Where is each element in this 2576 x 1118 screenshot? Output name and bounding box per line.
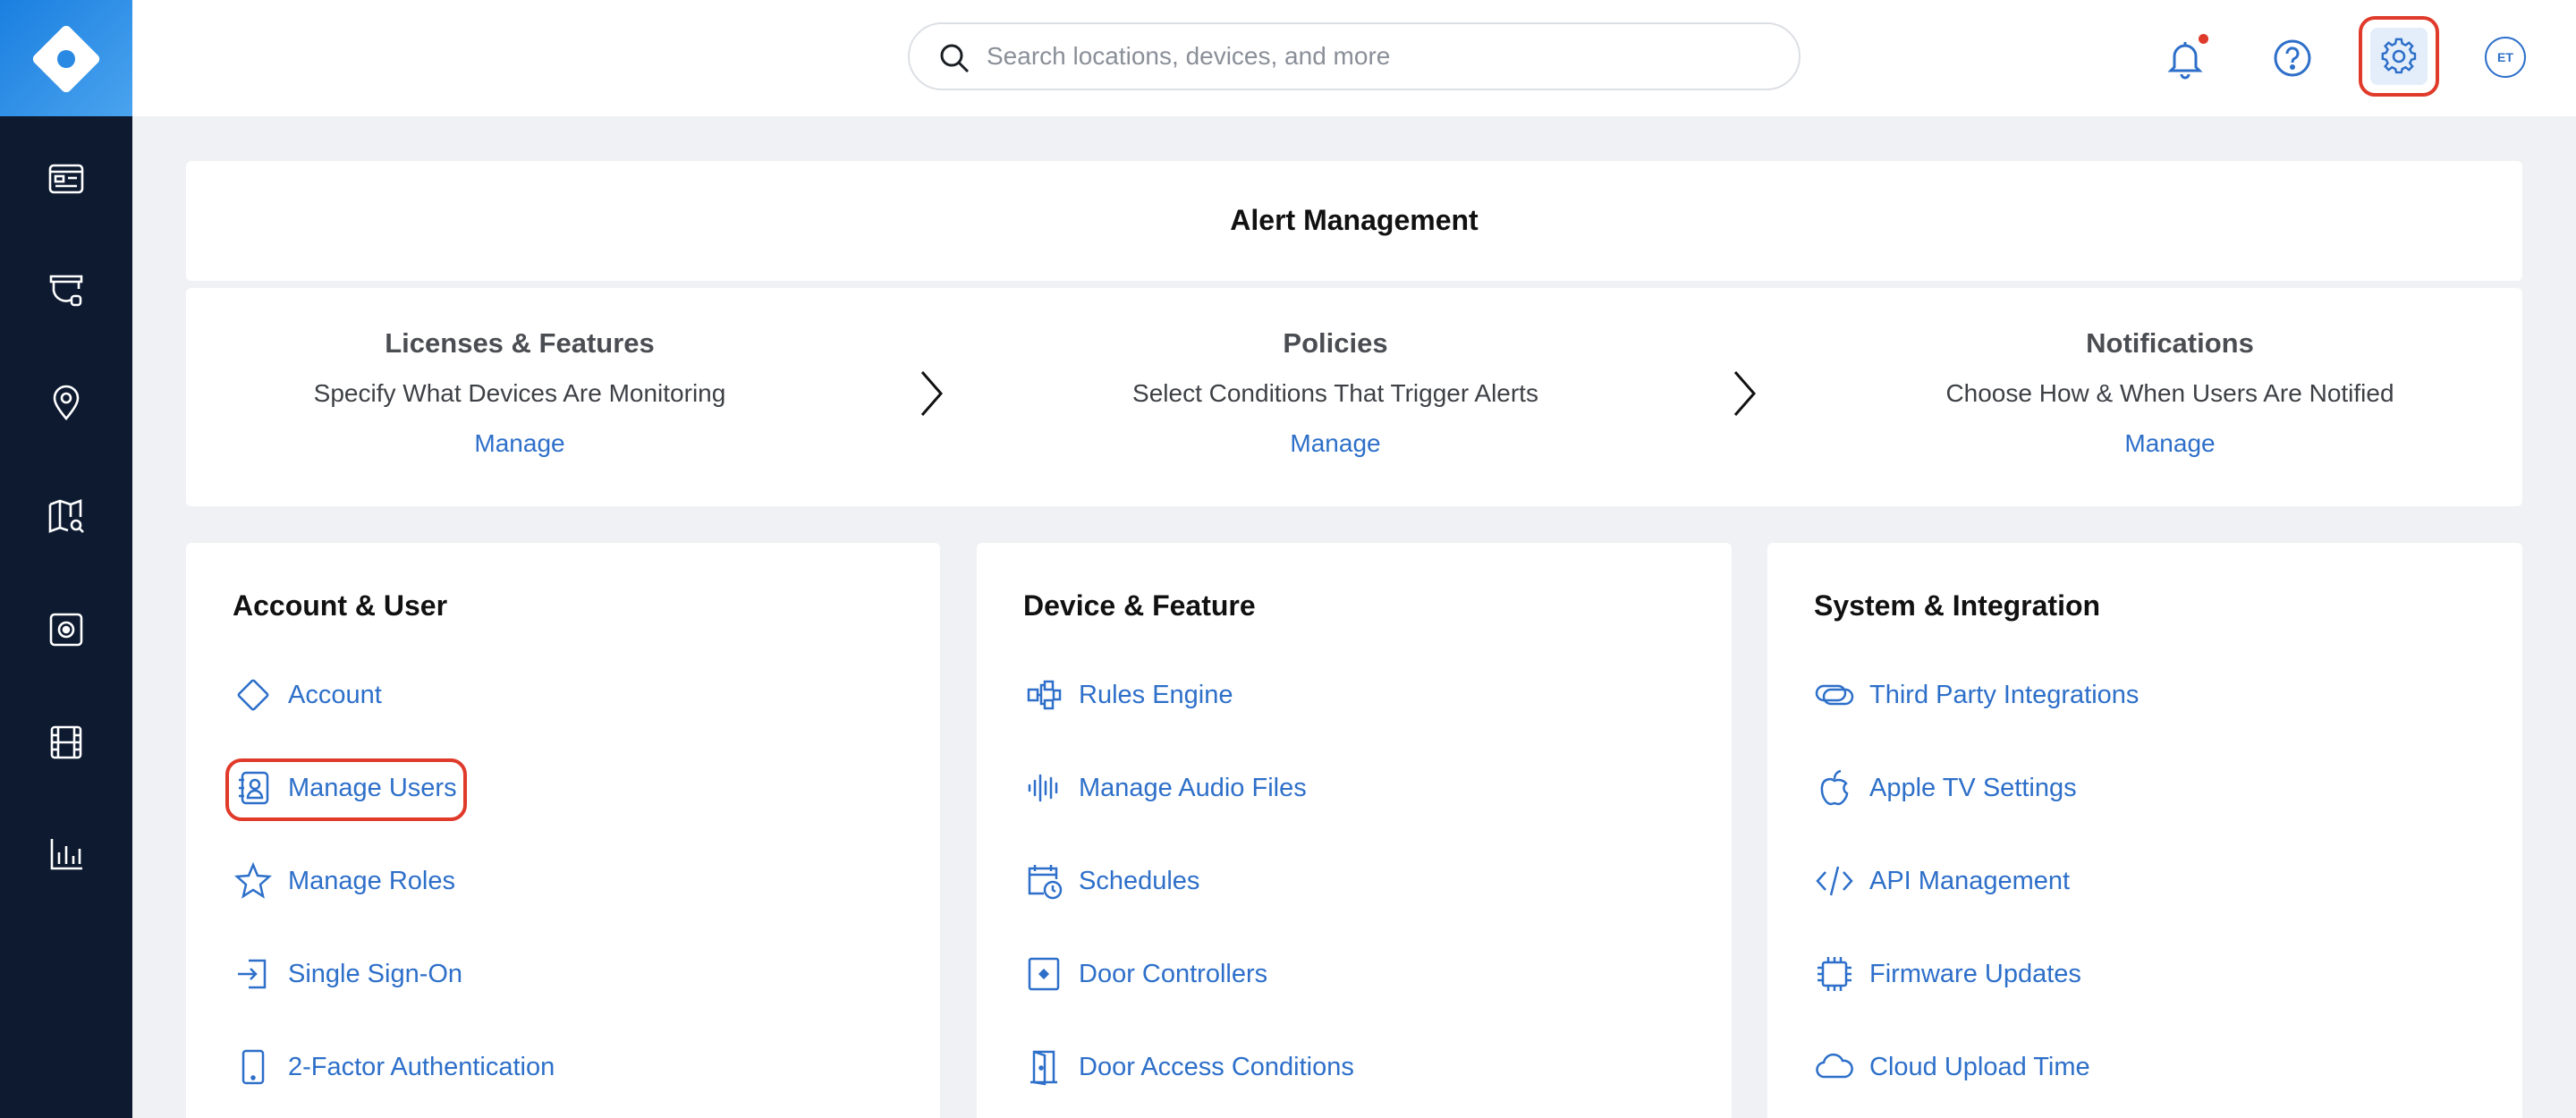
- logo[interactable]: [0, 0, 132, 116]
- step-notifications: Notifications Choose How & When Users Ar…: [1902, 288, 2438, 458]
- account-link[interactable]: Account: [233, 668, 382, 722]
- diamond-icon: [233, 674, 274, 716]
- manage-audio-files-link[interactable]: Manage Audio Files: [1023, 761, 1307, 815]
- search-icon: [940, 44, 970, 73]
- sidebar-item-video[interactable]: [39, 716, 93, 769]
- item-label: Cloud Upload Time: [1869, 1052, 2090, 1081]
- sidebar-item-maps[interactable]: [39, 490, 93, 544]
- sidebar-item-analytics[interactable]: [39, 827, 93, 881]
- gear-icon: [2381, 38, 2417, 74]
- item-label: Manage Roles: [288, 866, 455, 895]
- flow-icon: [1023, 674, 1064, 716]
- manage-notifications-link[interactable]: Manage: [2124, 429, 2215, 458]
- alert-steps-card: Licenses & Features Specify What Devices…: [186, 288, 2522, 506]
- location-pin-icon: [53, 385, 80, 421]
- section-title: Account & User: [233, 589, 448, 622]
- cloud-upload-time-link[interactable]: Cloud Upload Time: [1814, 1040, 2090, 1094]
- star-icon: [233, 860, 274, 902]
- settings-button[interactable]: [2370, 28, 2428, 85]
- chevron-right-icon: [1733, 371, 1756, 416]
- map-search-icon: [48, 499, 84, 533]
- sidebar-item-cameras[interactable]: [39, 264, 93, 318]
- section-system-integration: System & Integration Third Party Integra…: [1767, 543, 2522, 1118]
- door-icon: [1023, 1046, 1064, 1088]
- item-label: Door Controllers: [1079, 959, 1268, 988]
- alert-management-header: Alert Management: [186, 161, 2522, 281]
- camera-icon: [49, 275, 83, 307]
- door-controller-icon: [1023, 953, 1064, 995]
- search-input[interactable]: [987, 35, 1774, 78]
- search-bar[interactable]: [908, 22, 1801, 90]
- help-button[interactable]: [2257, 22, 2328, 94]
- door-access-conditions-link[interactable]: Door Access Conditions: [1023, 1040, 1354, 1094]
- film-icon: [50, 725, 82, 759]
- item-label: Door Access Conditions: [1079, 1052, 1354, 1081]
- item-label: Account: [288, 680, 382, 709]
- step-description: Specify What Devices Are Monitoring: [313, 379, 726, 407]
- chevron-right-icon: [920, 371, 943, 416]
- logo-icon: [32, 25, 100, 93]
- access-control-icon: [49, 613, 83, 647]
- notifications-button[interactable]: [2149, 22, 2221, 94]
- section-title: System & Integration: [1814, 589, 2101, 622]
- help-icon: [2274, 39, 2311, 77]
- item-label: Manage Audio Files: [1079, 773, 1307, 802]
- step-policies: Policies Select Conditions That Trigger …: [1067, 288, 1604, 458]
- single-sign-on-link[interactable]: Single Sign-On: [233, 947, 462, 1001]
- api-management-link[interactable]: API Management: [1814, 854, 2070, 908]
- item-label: Single Sign-On: [288, 959, 463, 988]
- notification-badge: [2199, 34, 2208, 44]
- manage-licenses-link[interactable]: Manage: [474, 429, 564, 458]
- item-label: Schedules: [1079, 866, 1200, 895]
- sidebar: [0, 0, 132, 1118]
- dashboard-icon: [48, 164, 84, 194]
- sidebar-item-locations[interactable]: [39, 376, 93, 429]
- two-factor-authentication-link[interactable]: 2-Factor Authentication: [233, 1040, 555, 1094]
- sign-in-icon: [233, 953, 274, 995]
- item-label: 2-Factor Authentication: [288, 1052, 555, 1081]
- step-description: Select Conditions That Trigger Alerts: [1132, 379, 1538, 407]
- item-label: Rules Engine: [1079, 680, 1233, 709]
- section-title: Device & Feature: [1023, 589, 1256, 622]
- item-label: API Management: [1869, 866, 2071, 895]
- step-title: Notifications: [2086, 327, 2254, 359]
- step-title: Licenses & Features: [385, 327, 655, 359]
- item-label: Third Party Integrations: [1869, 680, 2140, 709]
- audio-wave-icon: [1023, 767, 1064, 809]
- step-title: Policies: [1283, 327, 1388, 359]
- item-label: Firmware Updates: [1869, 959, 2081, 988]
- page-title: Alert Management: [1230, 204, 1479, 236]
- step-description: Choose How & When Users Are Notified: [1945, 379, 2394, 407]
- phone-icon: [233, 1046, 274, 1088]
- sidebar-item-access-control[interactable]: [39, 603, 93, 656]
- section-device-feature: Device & Feature Rules Engine Manage Aud…: [977, 543, 1732, 1118]
- schedules-link[interactable]: Schedules: [1023, 854, 1199, 908]
- settings-highlight: [2359, 16, 2439, 97]
- avatar[interactable]: ET: [2485, 37, 2526, 78]
- rules-engine-link[interactable]: Rules Engine: [1023, 668, 1233, 722]
- bar-chart-icon: [50, 839, 82, 870]
- section-account-user: Account & User Account Manage Users Mana…: [186, 543, 940, 1118]
- item-label: Apple TV Settings: [1869, 773, 2077, 802]
- code-icon: [1814, 860, 1855, 902]
- apple-icon: [1814, 767, 1855, 809]
- chip-icon: [1814, 953, 1855, 995]
- door-controllers-link[interactable]: Door Controllers: [1023, 947, 1267, 1001]
- manage-users-highlight: [225, 758, 467, 821]
- apple-tv-settings-link[interactable]: Apple TV Settings: [1814, 761, 2077, 815]
- sidebar-item-dashboard[interactable]: [39, 152, 93, 206]
- cloud-icon: [1814, 1046, 1855, 1088]
- step-licenses: Licenses & Features Specify What Devices…: [251, 288, 788, 458]
- calendar-clock-icon: [1023, 860, 1064, 902]
- manage-roles-link[interactable]: Manage Roles: [233, 854, 455, 908]
- bell-icon: [2167, 42, 2203, 80]
- third-party-integrations-link[interactable]: Third Party Integrations: [1814, 668, 2139, 722]
- link-icon: [1814, 674, 1855, 716]
- firmware-updates-link[interactable]: Firmware Updates: [1814, 947, 2081, 1001]
- manage-policies-link[interactable]: Manage: [1290, 429, 1380, 458]
